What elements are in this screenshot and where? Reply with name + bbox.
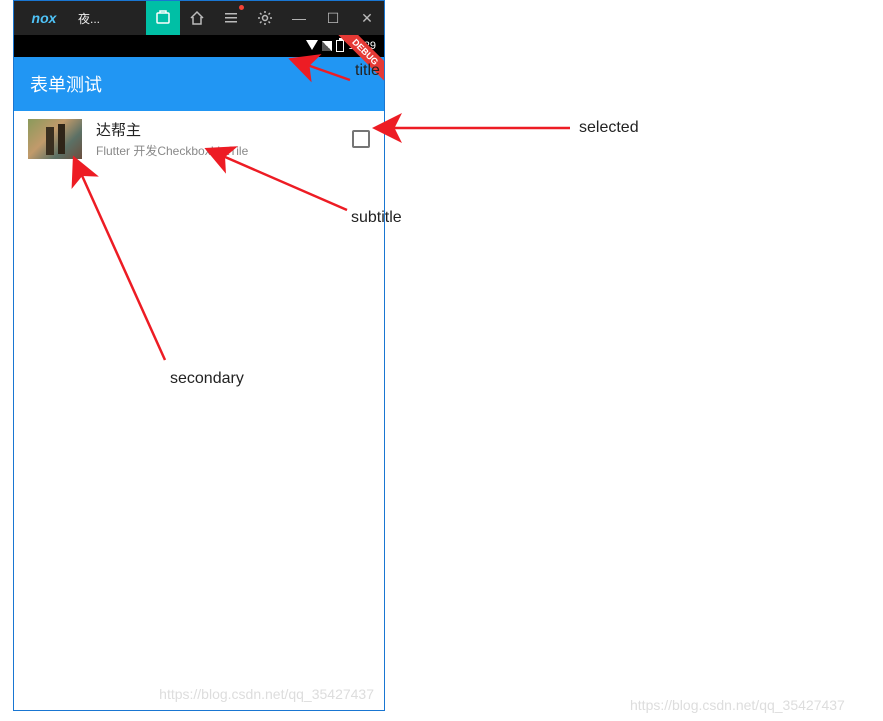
- checkbox-list-tile[interactable]: 达帮主 Flutter 开发CheckboxListTile: [14, 111, 384, 167]
- tile-subtitle: Flutter 开发CheckboxListTile: [96, 142, 338, 159]
- checkbox[interactable]: [352, 130, 370, 148]
- emulator-titlebar: nox 夜... — ☐ ✕: [14, 1, 384, 35]
- annotation-subtitle-label: subtitle: [351, 209, 402, 227]
- annotation-title-label: title: [355, 62, 380, 80]
- home-icon[interactable]: [180, 1, 214, 35]
- titlebar-icon-group: — ☐ ✕: [146, 1, 384, 35]
- more-icon[interactable]: [214, 1, 248, 35]
- annotation-selected-label: selected: [579, 119, 639, 137]
- tile-body: 达帮主 Flutter 开发CheckboxListTile: [96, 119, 338, 159]
- store-icon[interactable]: [146, 1, 180, 35]
- tile-title: 达帮主: [96, 119, 338, 140]
- annotation-secondary-label: secondary: [170, 370, 244, 388]
- wifi-icon: [306, 40, 318, 50]
- watermark-outer: https://blog.csdn.net/qq_35427437: [630, 697, 845, 713]
- signal-icon: [322, 41, 332, 51]
- emulator-window: nox 夜... — ☐ ✕ 12:29: [13, 0, 385, 711]
- settings-icon[interactable]: [248, 1, 282, 35]
- emulator-window-title: 夜...: [78, 10, 100, 27]
- notification-dot-icon: [239, 5, 244, 10]
- nox-logo: nox: [14, 10, 74, 26]
- close-icon[interactable]: ✕: [350, 1, 384, 35]
- app-bar-title: 表单测试: [30, 71, 102, 97]
- maximize-icon[interactable]: ☐: [316, 1, 350, 35]
- battery-icon: [336, 40, 344, 52]
- minimize-icon[interactable]: —: [282, 1, 316, 35]
- android-status-bar: 12:29: [14, 35, 384, 57]
- app-bar: 表单测试: [14, 57, 384, 111]
- watermark: https://blog.csdn.net/qq_35427437: [159, 686, 374, 702]
- secondary-image: [28, 119, 82, 159]
